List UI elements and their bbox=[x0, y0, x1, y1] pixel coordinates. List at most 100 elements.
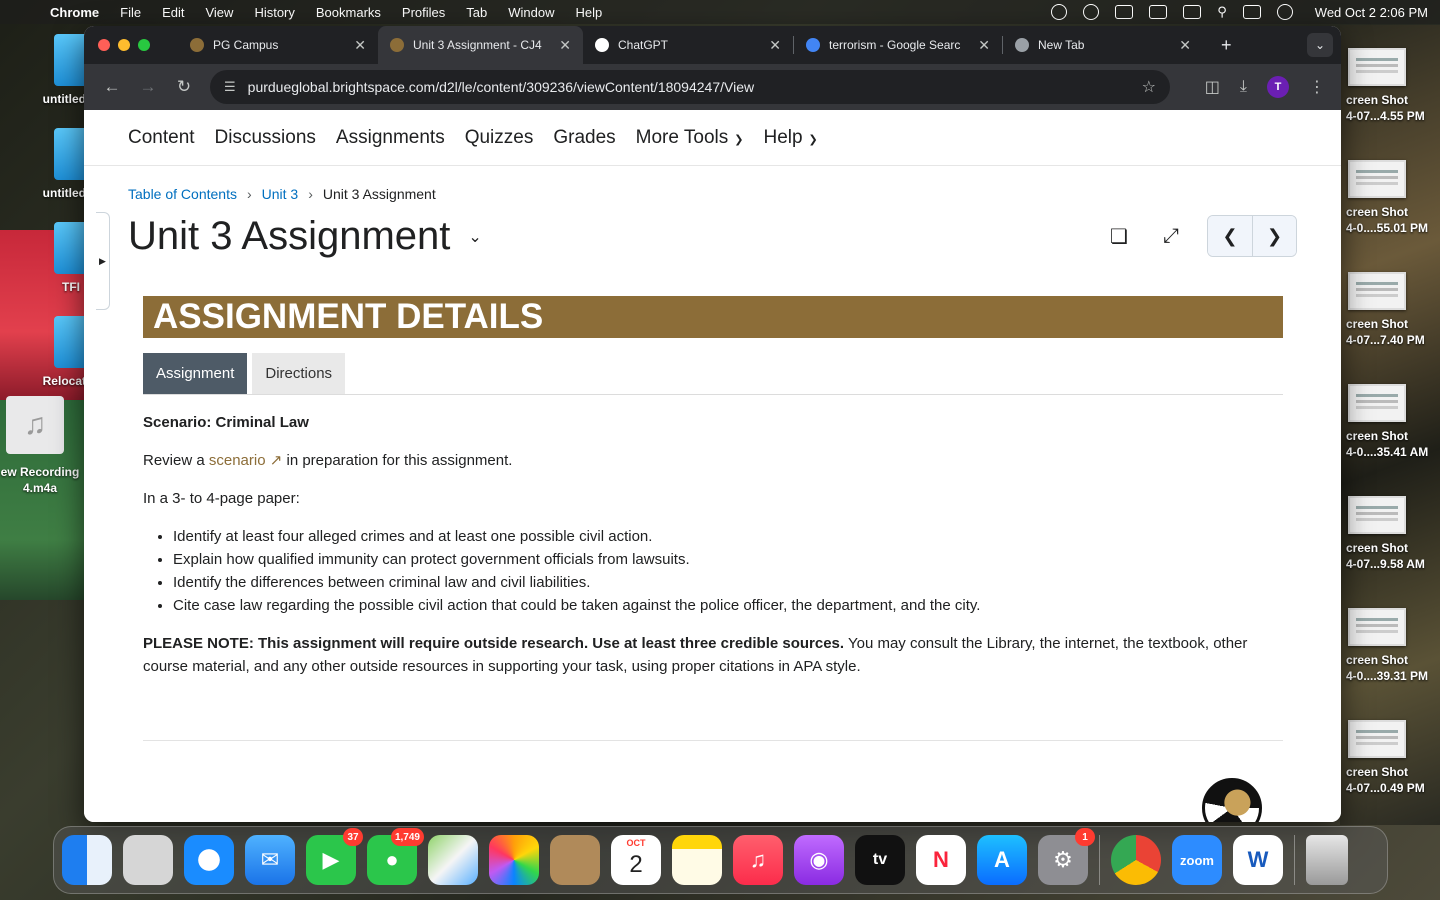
creative-cloud-icon[interactable] bbox=[1051, 4, 1068, 20]
app-store-icon[interactable]: A bbox=[977, 835, 1027, 885]
profile-avatar[interactable]: T bbox=[1267, 76, 1289, 98]
zoom-window-button[interactable] bbox=[138, 39, 150, 51]
breadcrumb-unit-3[interactable]: Unit 3 bbox=[262, 186, 299, 202]
browser-tab-chatgpt[interactable]: ChatGPT ✕ bbox=[583, 26, 793, 64]
menu-help[interactable]: Help bbox=[576, 5, 603, 20]
extensions-puzzle-icon[interactable]: ◫ bbox=[1205, 77, 1220, 97]
close-tab-icon[interactable]: ✕ bbox=[769, 37, 781, 54]
calendar-icon[interactable]: OCT 2 bbox=[611, 835, 661, 885]
tab-assignment[interactable]: Assignment bbox=[143, 353, 248, 394]
side-panel-toggle[interactable]: ▶ bbox=[96, 212, 110, 310]
bookmark-star-icon[interactable]: ☆ bbox=[1142, 77, 1156, 97]
address-bar[interactable]: ☰ purdueglobal.brightspace.com/d2l/le/co… bbox=[210, 70, 1170, 104]
music-icon[interactable]: ♫ bbox=[733, 835, 783, 885]
trash-icon[interactable] bbox=[1306, 835, 1348, 885]
desktop-folder-relocat[interactable]: Relocat bbox=[0, 316, 90, 388]
system-settings-icon[interactable]: ⚙ 1 bbox=[1038, 828, 1095, 885]
tab-search-chevron-icon[interactable]: ⌄ bbox=[1307, 33, 1333, 57]
messages-icon[interactable]: ● 1,749 bbox=[367, 828, 424, 885]
chrome-app-icon[interactable] bbox=[1111, 835, 1161, 885]
menu-clock[interactable]: Wed Oct 2 2:06 PM bbox=[1315, 5, 1428, 20]
desktop-screenshot-file[interactable]: creen Shot 4-07...0.49 PM bbox=[1346, 720, 1440, 796]
apple-tv-icon[interactable]: tv bbox=[855, 835, 905, 885]
finder-icon[interactable] bbox=[62, 835, 112, 885]
breadcrumb-current: Unit 3 Assignment bbox=[322, 186, 436, 202]
desktop-screenshot-file[interactable]: creen Shot 4-0....55.01 PM bbox=[1346, 160, 1440, 236]
nav-content[interactable]: Content bbox=[128, 127, 195, 149]
desktop-folder-untitled-1[interactable]: untitled bbox=[0, 34, 90, 106]
menu-bookmarks[interactable]: Bookmarks bbox=[316, 5, 381, 20]
nav-grades[interactable]: Grades bbox=[553, 127, 615, 149]
screen-mirroring-icon[interactable] bbox=[1149, 5, 1168, 19]
tab-directions[interactable]: Directions bbox=[252, 353, 346, 394]
address-url[interactable]: purdueglobal.brightspace.com/d2l/le/cont… bbox=[248, 79, 1142, 95]
desktop-screenshot-file[interactable]: creen Shot 4-07...7.40 PM bbox=[1346, 272, 1440, 348]
site-info-icon[interactable]: ☰ bbox=[224, 79, 236, 95]
close-window-button[interactable] bbox=[98, 39, 110, 51]
desktop-folder-tfi[interactable]: TFI bbox=[0, 222, 90, 294]
desktop-folder-untitled-2[interactable]: untitled bbox=[0, 128, 90, 200]
control-center-icon[interactable] bbox=[1242, 5, 1261, 19]
chrome-menu-icon[interactable]: ⋮ bbox=[1309, 77, 1325, 97]
desktop-screenshot-file[interactable]: creen Shot 4-07...4.55 PM bbox=[1346, 48, 1440, 124]
menu-window[interactable]: Window bbox=[508, 5, 554, 20]
desktop-screenshot-file[interactable]: creen Shot 4-0....39.31 PM bbox=[1346, 608, 1440, 684]
facetime-icon[interactable]: ▶ 37 bbox=[306, 828, 363, 885]
breadcrumb-table-of-contents[interactable]: Table of Contents bbox=[128, 186, 237, 202]
browser-tab-new-tab[interactable]: New Tab ✕ bbox=[1003, 26, 1203, 64]
keyboard-input-icon[interactable] bbox=[1183, 5, 1202, 19]
photos-icon[interactable] bbox=[489, 835, 539, 885]
menu-profiles[interactable]: Profiles bbox=[402, 5, 445, 20]
close-tab-icon[interactable]: ✕ bbox=[354, 37, 366, 54]
next-topic-button[interactable]: ❯ bbox=[1252, 216, 1296, 256]
nav-assignments[interactable]: Assignments bbox=[336, 127, 445, 149]
news-icon[interactable]: N bbox=[916, 835, 966, 885]
browser-tab-unit3-assignment[interactable]: Unit 3 Assignment - CJ4 ✕ bbox=[378, 26, 583, 64]
menu-history[interactable]: History bbox=[254, 5, 294, 20]
menu-app-name[interactable]: Chrome bbox=[50, 5, 99, 20]
title-tools: ❏ ⤢ ❮ ❯ bbox=[1093, 215, 1297, 257]
desktop-screenshot-file[interactable]: creen Shot 4-0....35.41 AM bbox=[1346, 384, 1440, 460]
requirements-list: Identify at least four alleged crimes an… bbox=[143, 525, 1283, 617]
podcasts-icon[interactable]: ◉ bbox=[794, 835, 844, 885]
nav-help[interactable]: Help ❯ bbox=[763, 127, 817, 149]
nav-quizzes[interactable]: Quizzes bbox=[465, 127, 534, 149]
fullscreen-icon[interactable]: ⤢ bbox=[1145, 225, 1197, 248]
notes-icon[interactable] bbox=[672, 835, 722, 885]
previous-topic-button[interactable]: ❮ bbox=[1208, 216, 1252, 256]
mail-icon[interactable]: ✉ bbox=[245, 835, 295, 885]
menu-view[interactable]: View bbox=[205, 5, 233, 20]
scenario-link[interactable]: scenario ↗ bbox=[209, 452, 282, 469]
spotlight-search-icon[interactable]: ⚲ bbox=[1217, 4, 1227, 20]
paper-intro: In a 3- to 4-page paper: bbox=[143, 490, 300, 507]
contacts-icon[interactable] bbox=[550, 835, 600, 885]
menu-tab[interactable]: Tab bbox=[466, 5, 487, 20]
close-tab-icon[interactable]: ✕ bbox=[559, 37, 571, 54]
safari-icon[interactable] bbox=[184, 835, 234, 885]
download-icon[interactable]: ⤓ bbox=[1240, 78, 1247, 96]
back-arrow-icon[interactable]: ← bbox=[94, 77, 130, 97]
word-icon[interactable]: W bbox=[1233, 835, 1283, 885]
title-chevron-down-icon[interactable]: ⌄ bbox=[468, 227, 481, 247]
reload-icon[interactable]: ↻ bbox=[166, 77, 202, 97]
desktop-screenshot-file[interactable]: creen Shot 4-07...9.58 AM bbox=[1346, 496, 1440, 572]
forward-arrow-icon[interactable]: → bbox=[130, 77, 166, 97]
menu-edit[interactable]: Edit bbox=[162, 5, 184, 20]
nav-more-tools[interactable]: More Tools ❯ bbox=[636, 127, 744, 149]
grammarly-icon[interactable] bbox=[1083, 4, 1100, 20]
minimize-window-button[interactable] bbox=[118, 39, 130, 51]
close-tab-icon[interactable]: ✕ bbox=[978, 37, 990, 54]
browser-tab-google-search[interactable]: terrorism - Google Searc ✕ bbox=[794, 26, 1002, 64]
bookmark-icon[interactable]: ❏ bbox=[1093, 224, 1145, 249]
launchpad-icon[interactable] bbox=[123, 835, 173, 885]
music-file-icon[interactable]: ♫ bbox=[6, 396, 64, 454]
nav-discussions[interactable]: Discussions bbox=[215, 127, 316, 149]
menu-file[interactable]: File bbox=[120, 5, 141, 20]
zoom-icon[interactable]: zoom bbox=[1172, 835, 1222, 885]
close-tab-icon[interactable]: ✕ bbox=[1179, 37, 1191, 54]
browser-tab-pg-campus[interactable]: PG Campus ✕ bbox=[178, 26, 378, 64]
battery-icon[interactable] bbox=[1115, 5, 1134, 19]
siri-icon[interactable] bbox=[1276, 4, 1293, 20]
maps-icon[interactable] bbox=[428, 835, 478, 885]
new-tab-plus-icon[interactable]: + bbox=[1221, 35, 1232, 56]
